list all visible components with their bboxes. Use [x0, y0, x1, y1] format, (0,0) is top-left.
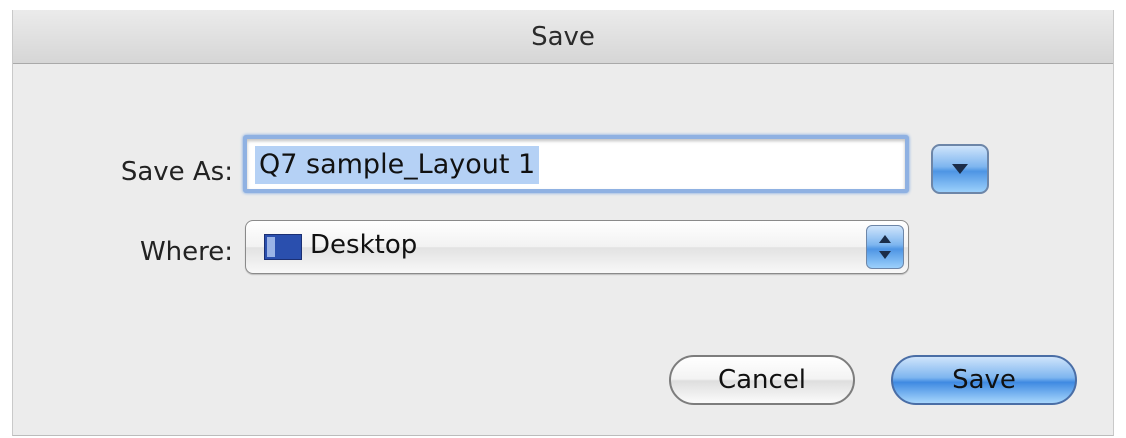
- title-bar[interactable]: Save: [13, 10, 1113, 64]
- where-popup[interactable]: Desktop: [245, 220, 909, 274]
- save-dialog: Save Save As: Q7 sample_Layout 1 Where: …: [12, 10, 1114, 436]
- save-label: Save: [952, 365, 1016, 395]
- save-as-value: Q7 sample_Layout 1: [255, 146, 540, 184]
- desktop-folder-icon: [264, 234, 302, 260]
- save-as-label: Save As:: [120, 157, 233, 187]
- save-button[interactable]: Save: [891, 355, 1077, 405]
- where-label: Where:: [139, 237, 233, 267]
- cancel-button[interactable]: Cancel: [669, 355, 855, 405]
- dialog-title: Save: [531, 22, 595, 52]
- popup-arrows-icon: [866, 225, 904, 269]
- save-as-field[interactable]: Q7 sample_Layout 1: [243, 135, 909, 193]
- cancel-label: Cancel: [717, 365, 807, 395]
- chevron-down-icon: [952, 164, 968, 174]
- expand-browser-button[interactable]: [931, 144, 989, 194]
- where-selected: Desktop: [310, 230, 418, 260]
